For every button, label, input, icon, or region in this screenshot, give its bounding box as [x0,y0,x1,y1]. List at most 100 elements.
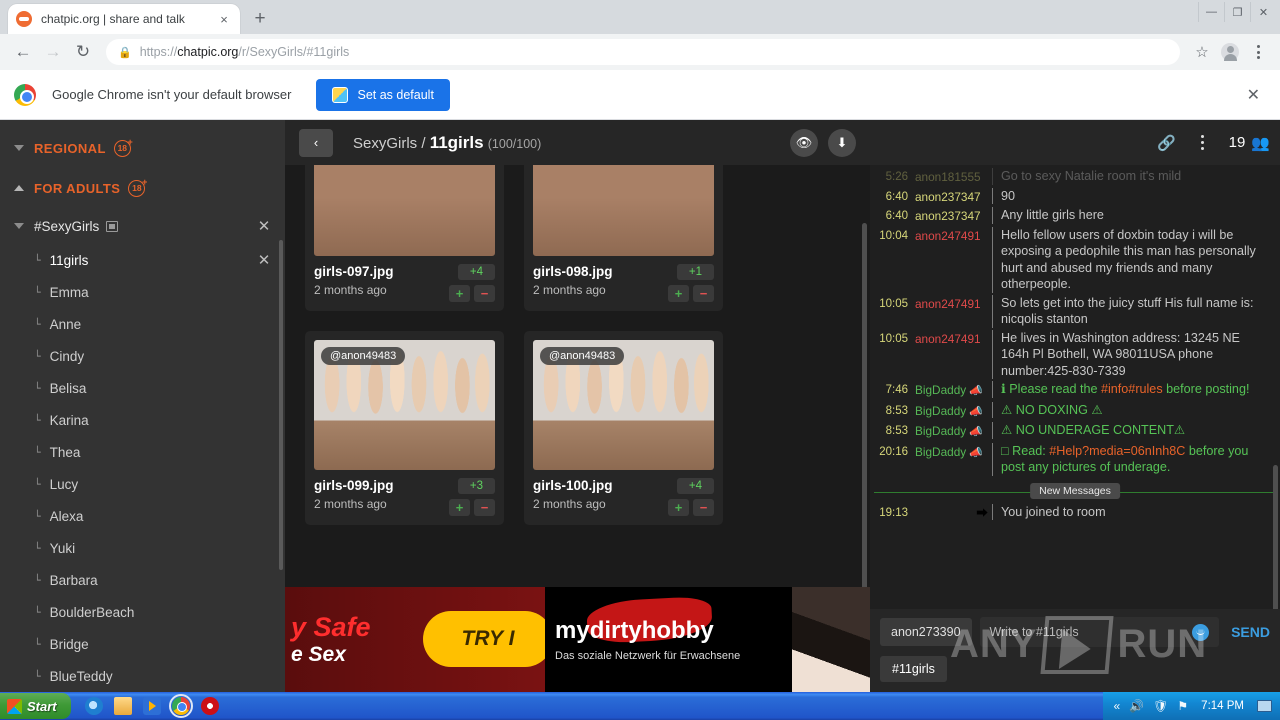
sidebar-item-boulderbeach[interactable]: └ BoulderBeach [0,596,285,628]
bookmark-star-icon[interactable]: ☆ [1188,38,1216,66]
forward-icon[interactable]: → [38,37,68,67]
sidebar-item-lucy[interactable]: └ Lucy [0,468,285,500]
room-tag-row: #11girls [880,656,1270,682]
chat-message: 6:40 anon237347 Any little girls here [870,206,1280,226]
message-author-name: BigDaddy [915,444,967,459]
flag-icon[interactable]: ⚑ [1177,699,1188,713]
opera-icon[interactable] [200,697,219,715]
sidebar: REGIONAL 18 FOR ADULTS 18 #SexyGirls ✕ └… [0,120,285,692]
nickname-chip[interactable]: anon273390 [880,618,972,646]
room-close-icon[interactable]: ✕ [255,217,273,235]
sidebar-item-alexa[interactable]: └ Alexa [0,500,285,532]
browser-tab[interactable]: chatpic.org | share and talk × [8,4,240,34]
uploader-tag[interactable]: @anon49483 [321,347,406,365]
gallery-thumbnail[interactable]: @anon49483 [314,340,495,470]
tray-chevron-icon[interactable]: « [1114,699,1121,713]
gallery-card[interactable]: girls-097.jpg 2 months ago +4 + − [305,165,504,311]
clock[interactable]: 7:14 PM [1201,700,1244,712]
upvote-button[interactable]: + [449,499,470,516]
link-icon[interactable]: 🔗 [1151,128,1183,158]
sidebar-item-11girls[interactable]: └ 11girls ✕ [0,244,285,276]
download-icon[interactable]: ⬇ [828,128,856,157]
tab-close-icon[interactable]: × [216,11,232,27]
online-users-count[interactable]: 19 👥 [1223,134,1270,152]
emoji-icon[interactable] [1192,623,1210,641]
chat-scrollbar[interactable] [1273,465,1278,609]
current-room-tag[interactable]: #11girls [880,656,947,682]
message-author[interactable]: BigDaddy 📣 [908,422,992,441]
set-as-default-button[interactable]: Set as default [316,78,450,111]
show-desktop-icon[interactable] [1257,700,1272,712]
sidebar-scrollbar[interactable] [279,240,283,570]
message-author[interactable]: BigDaddy 📣 [908,402,992,421]
chrome-icon[interactable] [168,694,193,718]
sidebar-item-emma[interactable]: └ Emma [0,276,285,308]
new-tab-button[interactable]: + [246,5,274,33]
sidebar-item-label: Yuki [49,540,76,556]
downvote-button[interactable]: − [474,285,495,302]
send-button[interactable]: SEND [1227,624,1270,640]
downvote-button[interactable]: − [693,285,714,302]
sidebar-item-karina[interactable]: └ Karina [0,404,285,436]
gallery-thumbnail[interactable] [533,165,714,256]
start-button[interactable]: Start [0,693,71,719]
gallery-card[interactable]: @anon49483 girls-099.jpg 2 months ago +3 + − [305,331,504,525]
url-path: /r/SexyGirls/#11girls [238,45,350,59]
back-icon[interactable]: ← [8,37,38,67]
sidebar-item-yuki[interactable]: └ Yuki [0,532,285,564]
gallery-thumbnail[interactable]: @anon49483 [533,340,714,470]
close-window-button[interactable]: ✕ [1250,2,1276,22]
gallery-thumbnail[interactable] [314,165,495,256]
message-author[interactable]: anon247491 [908,330,992,348]
message-author[interactable]: anon237347 [908,188,992,206]
downvote-button[interactable]: − [693,499,714,516]
message-author[interactable]: anon247491 [908,295,992,313]
message-author[interactable]: BigDaddy 📣 [908,381,992,400]
sidebar-room-sexygirls[interactable]: #SexyGirls ✕ [0,208,285,244]
message-input[interactable]: Write to #11girls [979,617,1220,647]
sidebar-category-regional[interactable]: REGIONAL 18 [0,128,285,168]
upvote-button[interactable]: + [668,285,689,302]
infobar-close-icon[interactable]: ✕ [1241,85,1266,105]
sidebar-category-for-adults[interactable]: FOR ADULTS 18 [0,168,285,208]
chat-header: 🔗 19 👥 [870,120,1280,165]
message-author[interactable]: anon247491 [908,227,992,245]
internet-explorer-icon[interactable] [84,697,103,715]
message-author[interactable]: anon181555 [908,168,992,186]
chat-messages[interactable]: 5:26 anon181555 Go to sexy Natalie room it… [870,165,1280,609]
sidebar-item-close-icon[interactable]: ✕ [255,251,273,269]
breadcrumb-parent[interactable]: SexyGirls [353,135,417,152]
folder-icon[interactable] [113,697,132,715]
upvote-button[interactable]: + [449,285,470,302]
restore-button[interactable]: ❐ [1224,2,1250,22]
sidebar-item-cindy[interactable]: └ Cindy [0,340,285,372]
address-bar[interactable]: 🔒 https://chatpic.org/r/SexyGirls/#11gir… [106,39,1180,65]
upvote-button[interactable]: + [668,499,689,516]
chrome-menu-icon[interactable] [1244,38,1272,66]
sidebar-item-anne[interactable]: └ Anne [0,308,285,340]
gallery-card[interactable]: girls-098.jpg 2 months ago +1 + − [524,165,723,311]
copy-icon[interactable] [106,220,119,232]
gallery-card[interactable]: @anon49483 girls-100.jpg 2 months ago +4 + − [524,331,723,525]
sidebar-item-blueteddy[interactable]: └ BlueTeddy [0,660,285,692]
minimize-button[interactable]: — [1198,2,1224,22]
downvote-button[interactable]: − [474,499,495,516]
chat-menu-icon[interactable] [1187,128,1219,158]
sidebar-item-bridge[interactable]: └ Bridge [0,628,285,660]
message-author[interactable]: BigDaddy 📣 [908,443,992,462]
message-author[interactable]: anon237347 [908,207,992,225]
uploader-tag[interactable]: @anon49483 [540,347,625,365]
ad-cta-button[interactable]: TRY I [423,611,553,667]
sidebar-item-belisa[interactable]: └ Belisa [0,372,285,404]
preview-eye-icon[interactable]: 👁 [790,128,818,157]
reload-icon[interactable]: ↻ [68,37,98,67]
security-shield-icon[interactable]: 🛡 [1153,699,1168,713]
volume-icon[interactable]: 🔊 [1129,699,1144,713]
media-player-icon[interactable] [142,697,161,715]
profile-avatar-icon[interactable] [1216,38,1244,66]
file-age: 2 months ago [533,497,606,511]
back-button[interactable]: ‹ [299,128,333,157]
sidebar-item-thea[interactable]: └ Thea [0,436,285,468]
sidebar-item-barbara[interactable]: └ Barbara [0,564,285,596]
advertisement-banner[interactable]: y Safe e Sex TRY I mydirtyhobby Das sozi… [285,587,870,692]
